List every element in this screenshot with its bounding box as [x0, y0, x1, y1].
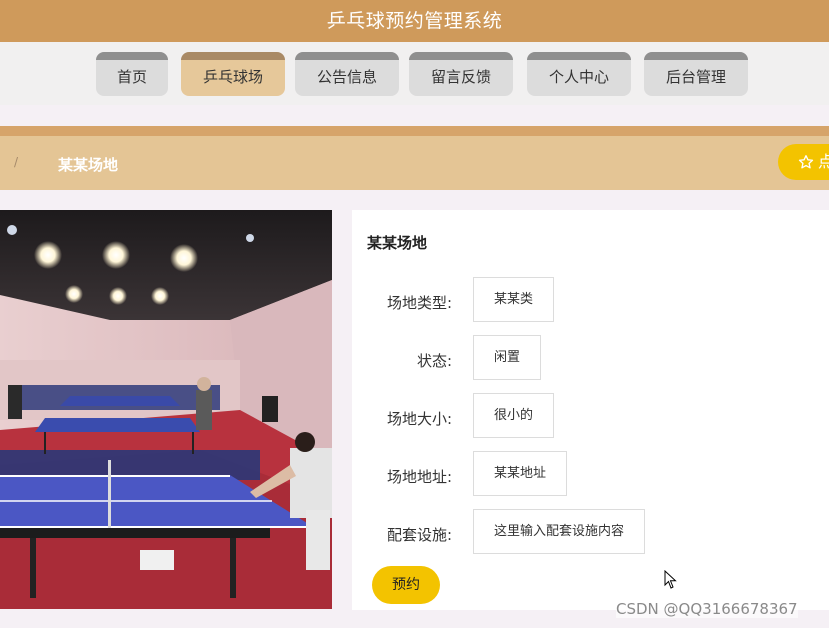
- nav-announcements[interactable]: 公告信息: [295, 52, 399, 96]
- field-value-venue-address: 某某地址: [473, 451, 568, 496]
- field-value-status: 闲置: [473, 335, 542, 380]
- star-outline-icon: [798, 155, 814, 169]
- field-value-venue-type: 某某类: [473, 277, 555, 322]
- watermark: CSDN @QQ3166678367: [616, 600, 798, 618]
- nav-pingpong-venues[interactable]: 乒乓球场: [181, 52, 285, 96]
- nav-personal-center[interactable]: 个人中心: [527, 52, 631, 96]
- mouse-cursor-icon: [664, 570, 677, 589]
- spacer: [0, 105, 829, 126]
- nav-admin[interactable]: 后台管理: [644, 52, 748, 96]
- breadcrumb-separator: /: [14, 155, 19, 169]
- favorite-label: 点: [818, 152, 829, 171]
- field-value-venue-size: 很小的: [473, 393, 555, 438]
- breadcrumb-stripe: [0, 126, 829, 136]
- field-label-venue-size: 场地大小:: [386, 410, 452, 428]
- breadcrumb-current[interactable]: 某某场地: [58, 154, 118, 175]
- field-label-venue-address: 场地地址:: [386, 468, 452, 486]
- book-button[interactable]: 预约: [372, 566, 440, 604]
- field-label-status: 状态:: [416, 352, 452, 370]
- field-value-facilities: 这里输入配套设施内容: [473, 509, 646, 554]
- breadcrumb: / 某某场地 点: [0, 136, 829, 190]
- nav-home[interactable]: 首页: [96, 52, 168, 96]
- favorite-button[interactable]: 点: [778, 144, 829, 180]
- header-bar: 乒乓球预约管理系统: [0, 0, 829, 42]
- field-label-venue-type: 场地类型:: [386, 294, 452, 312]
- table-tennis-hall-image: [0, 210, 332, 609]
- venue-detail-panel: 某某场地 场地类型: 某某类 状态: 闲置 场地大小: 很小的 场地地址: 某某…: [352, 210, 829, 610]
- page-bottom: [0, 618, 829, 628]
- venue-photo: [0, 210, 332, 609]
- field-label-facilities: 配套设施:: [386, 526, 452, 544]
- nav-feedback[interactable]: 留言反馈: [409, 52, 513, 96]
- venue-name: 某某场地: [367, 234, 428, 252]
- main-nav: 首页 乒乓球场 公告信息 留言反馈 个人中心 后台管理: [0, 42, 829, 105]
- app-title: 乒乓球预约管理系统: [326, 10, 503, 32]
